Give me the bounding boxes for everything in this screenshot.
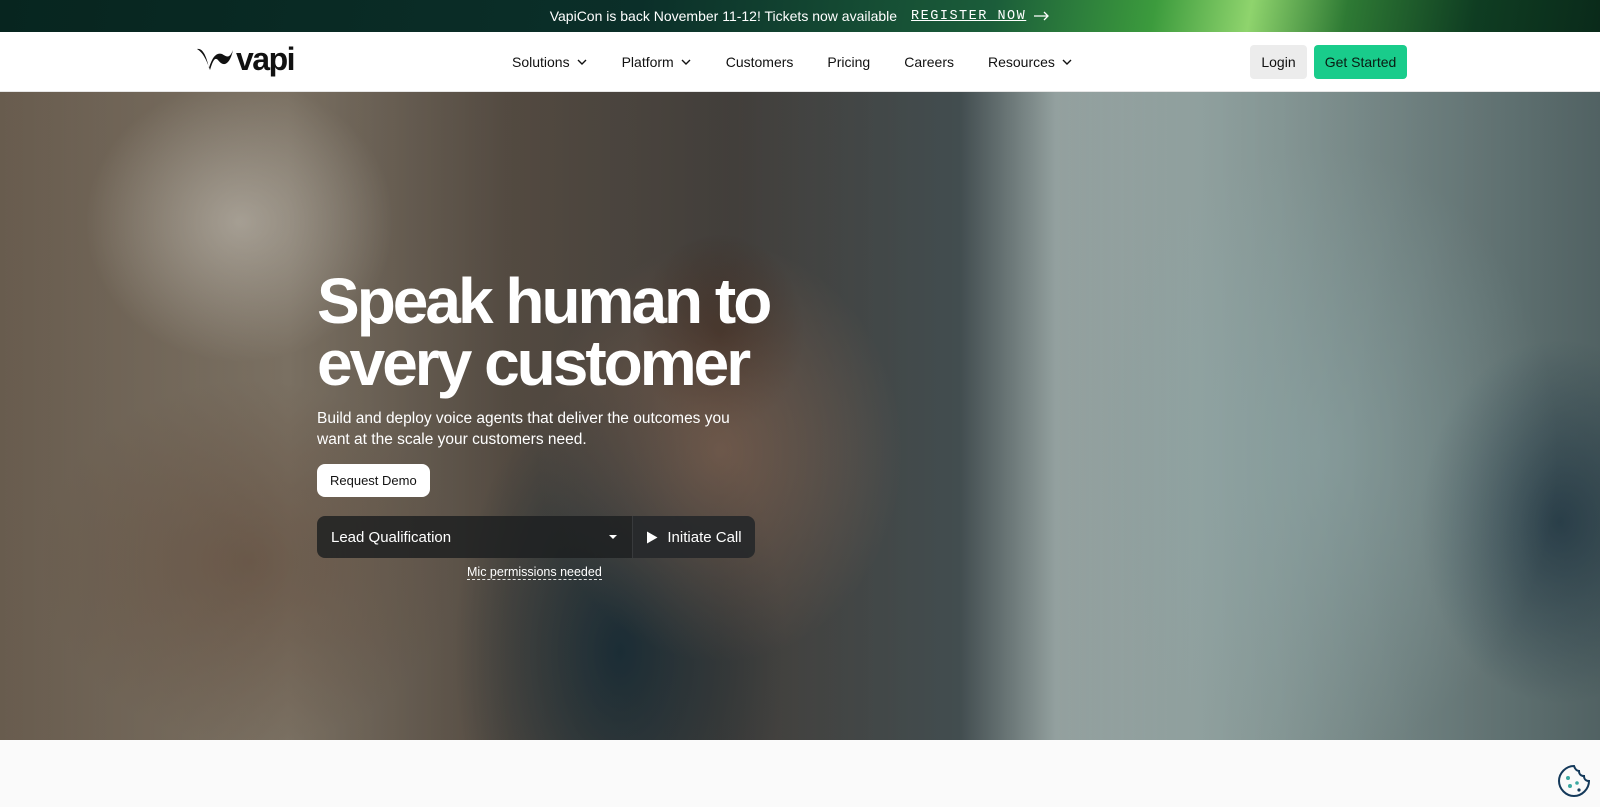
use-case-select[interactable]: Lead Qualification — [317, 516, 632, 558]
logo-wordmark: vapi — [236, 41, 296, 77]
chevron-down-icon — [1062, 59, 1072, 65]
top-navigation: vapi Solutions Platform Customers Pricin… — [0, 32, 1600, 92]
hero-background-photo — [0, 92, 1600, 740]
hero-section: Speak human to every customer Build and … — [0, 92, 1600, 740]
vapi-logo[interactable]: vapi — [196, 41, 296, 77]
caret-down-icon — [609, 535, 617, 539]
chevron-down-icon — [681, 59, 691, 65]
nav-careers[interactable]: Careers — [904, 54, 954, 70]
nav-customers[interactable]: Customers — [726, 54, 794, 70]
nav-customers-label: Customers — [725, 54, 794, 70]
mic-permissions-note[interactable]: Mic permissions needed — [467, 565, 602, 580]
vapi-logo-mark-icon — [197, 48, 233, 70]
nav-pricing[interactable]: Pricing — [827, 54, 870, 70]
hero-content: Speak human to every customer Build and … — [317, 265, 777, 497]
chevron-down-icon — [577, 59, 587, 65]
nav-platform-label: Platform — [621, 54, 674, 70]
cookie-icon — [1557, 764, 1591, 798]
initiate-call-label: Initiate Call — [667, 528, 742, 546]
login-button[interactable]: Login — [1250, 45, 1307, 79]
headline-line-1: Speak human to — [317, 265, 772, 337]
demo-call-control: Lead Qualification Initiate Call — [317, 516, 755, 558]
nav-resources-label: Resources — [988, 54, 1055, 70]
request-demo-button[interactable]: Request Demo — [317, 464, 430, 497]
nav-careers-label: Careers — [904, 54, 954, 70]
play-icon — [647, 531, 658, 543]
register-now-link[interactable]: REGISTER NOW — [911, 9, 1050, 24]
announcement-text: VapiCon is back November 11-12! Tickets … — [549, 8, 898, 24]
initiate-call-button[interactable]: Initiate Call — [632, 516, 755, 558]
nav-platform[interactable]: Platform — [622, 54, 692, 70]
main-menu: Solutions Platform Customers Pricing Car… — [512, 32, 1073, 92]
nav-pricing-label: Pricing — [827, 54, 871, 70]
get-started-button[interactable]: Get Started — [1314, 45, 1407, 79]
next-section — [0, 740, 1600, 807]
hero-headline: Speak human to every customer — [317, 265, 777, 399]
announcement-bar: VapiCon is back November 11-12! Tickets … — [0, 0, 1600, 32]
register-now-label: REGISTER NOW — [911, 8, 1027, 24]
nav-solutions-label: Solutions — [512, 54, 570, 70]
arrow-right-icon — [1034, 11, 1050, 21]
nav-solutions[interactable]: Solutions — [512, 54, 588, 70]
nav-resources[interactable]: Resources — [988, 54, 1073, 70]
hero-subhead: Build and deploy voice agents that deliv… — [317, 410, 730, 448]
cookie-settings-button[interactable] — [1557, 764, 1591, 798]
headline-line-2: every customer — [317, 327, 751, 399]
use-case-select-value: Lead Qualification — [331, 528, 452, 546]
